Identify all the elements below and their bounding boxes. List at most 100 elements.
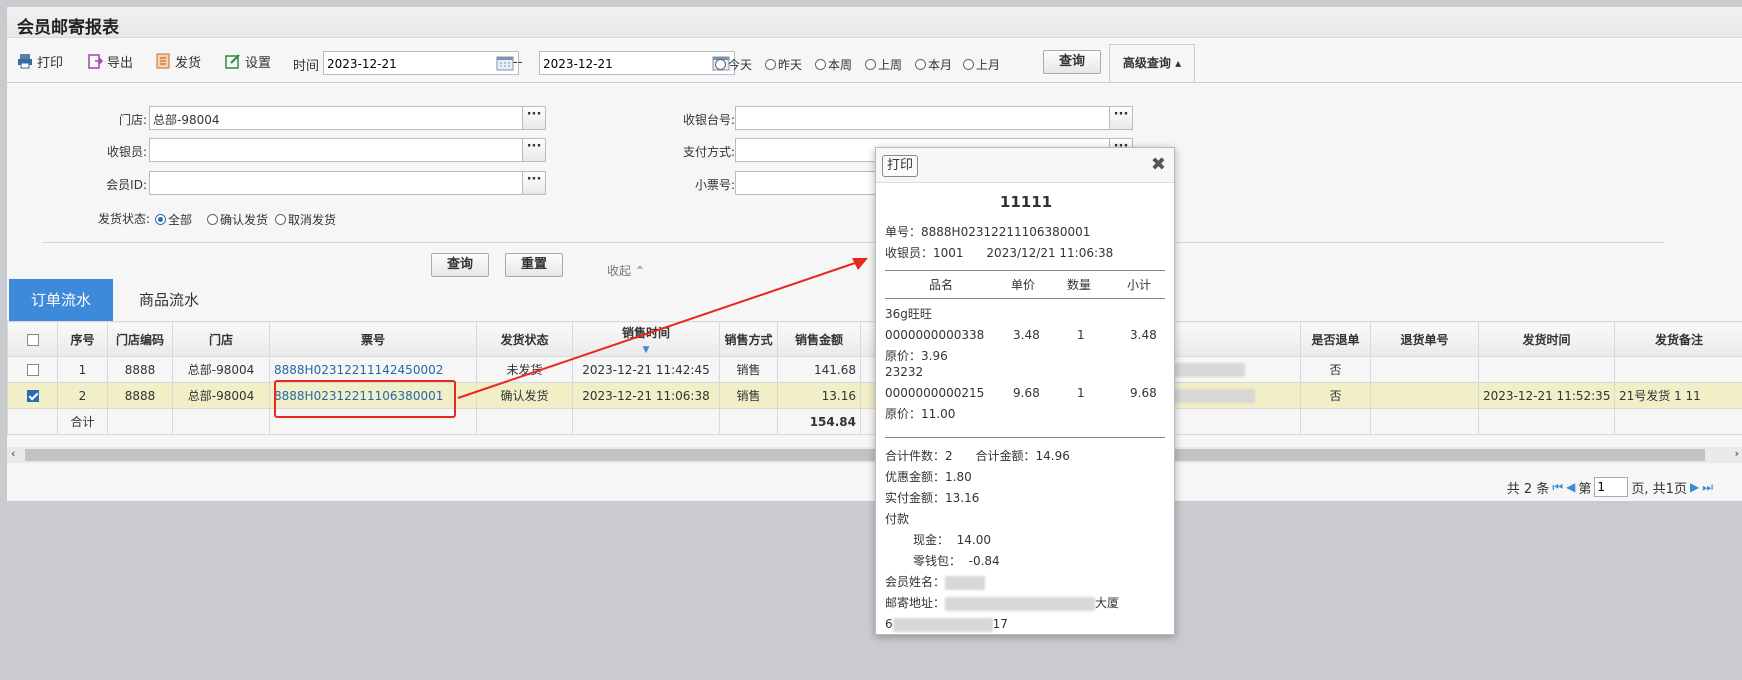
cell: [7, 408, 58, 435]
first-page-icon[interactable]: ⏮: [1552, 480, 1563, 495]
filter-query-button[interactable]: 查询: [431, 253, 489, 277]
col-header[interactable]: 发货时间: [1478, 321, 1615, 357]
date-from-input[interactable]: [324, 52, 479, 76]
radio-icon: [815, 59, 826, 70]
close-icon[interactable]: ✖: [1151, 154, 1166, 175]
calendar-icon[interactable]: [496, 55, 514, 71]
store-field[interactable]: 总部-98004 ···: [149, 106, 546, 130]
page-input[interactable]: [1594, 477, 1629, 497]
item-sub: 9.68: [1130, 386, 1157, 400]
col-header[interactable]: 发货备注: [1614, 321, 1742, 357]
radio-icon: [715, 59, 726, 70]
last-page-icon[interactable]: ⏭: [1702, 480, 1713, 495]
col-header[interactable]: 门店: [172, 321, 270, 357]
register-label: 收银台号:: [682, 113, 735, 127]
range-today[interactable]: 今天: [715, 56, 752, 73]
advanced-label: 高级查询: [1122, 56, 1171, 70]
checkbox-icon[interactable]: [26, 364, 39, 376]
ship-status-all[interactable]: 全部: [155, 211, 192, 228]
receipt-print-button[interactable]: 打印: [882, 155, 918, 177]
date-from-field[interactable]: [323, 51, 519, 76]
item-qty: 1: [1077, 328, 1085, 342]
receipt-paid: 实付金额：13.16: [885, 491, 980, 505]
select-all-cell[interactable]: [7, 321, 58, 357]
divider: [885, 298, 1165, 299]
ship-option-label: 取消发货: [288, 213, 337, 227]
cell: 1: [57, 356, 108, 383]
cashier-label: 收银员:: [106, 145, 147, 159]
scrollbar-thumb[interactable]: [25, 449, 1705, 461]
print-button[interactable]: 打印: [17, 51, 63, 71]
query-button[interactable]: 查询: [1043, 50, 1101, 74]
collapse-link[interactable]: 收起 ⌃: [607, 262, 645, 279]
cell: 2023-12-21 11:42:45: [572, 356, 720, 383]
address-visible: 大厦: [1095, 596, 1120, 610]
col-header[interactable]: 退货单号: [1370, 321, 1479, 357]
ship-status-cancelled[interactable]: 取消发货: [275, 211, 336, 228]
col-header-label: 销售时间: [621, 325, 670, 340]
range-last-week[interactable]: 上周: [865, 56, 902, 73]
cashier-field[interactable]: ···: [149, 138, 546, 162]
range-last-month[interactable]: 上月: [963, 56, 1000, 73]
redacted-name: [945, 575, 986, 590]
row-select[interactable]: [7, 382, 58, 409]
settings-button[interactable]: 设置: [225, 51, 271, 71]
date-to-input[interactable]: [540, 52, 695, 76]
more-icon[interactable]: ···: [522, 107, 545, 129]
col-header[interactable]: 销售方式: [719, 321, 778, 357]
col-header[interactable]: 票号: [269, 321, 477, 357]
col-header[interactable]: 销售金额: [777, 321, 861, 357]
more-icon[interactable]: ···: [1109, 107, 1132, 129]
address-label: 邮寄地址：: [885, 596, 946, 610]
next-page-icon[interactable]: ▶: [1690, 480, 1699, 494]
col-header-sorted[interactable]: 销售时间 ▼: [572, 321, 720, 357]
cell: [172, 408, 270, 435]
item-code: 0000000000338: [885, 328, 985, 342]
more-icon[interactable]: ···: [522, 172, 545, 194]
member-name-label: 会员姓名：: [885, 575, 946, 589]
cell: 2: [57, 382, 108, 409]
date-to-field[interactable]: [539, 51, 735, 76]
cell: 总部-98004: [172, 382, 270, 409]
tab-products[interactable]: 商品流水: [119, 279, 219, 321]
ship-status-confirmed[interactable]: 确认发货: [207, 211, 268, 228]
divider: [42, 242, 1664, 243]
checkbox-icon[interactable]: [26, 333, 39, 346]
scroll-left-icon[interactable]: ‹: [11, 447, 15, 460]
receipt-address: 邮寄地址： 大厦: [885, 593, 1119, 614]
pagination: 共 2 条 ⏮ ◀ 第 页, 共1页 ▶ ⏭: [1507, 477, 1713, 497]
receipt-member-name: 会员姓名：: [885, 572, 986, 593]
time-label: 时间: [293, 59, 320, 74]
range-label: 昨天: [778, 58, 803, 72]
receipt-store-name: 11111: [999, 193, 1053, 211]
member-id-label: 会员ID:: [106, 178, 147, 192]
cell: 8888: [107, 356, 173, 383]
range-this-month[interactable]: 本月: [915, 56, 952, 73]
col-header[interactable]: 是否退单: [1300, 321, 1371, 357]
range-label: 今天: [728, 58, 753, 72]
range-yesterday[interactable]: 昨天: [765, 56, 802, 73]
col-header[interactable]: 门店编码: [107, 321, 173, 357]
sort-desc-icon: ▼: [642, 344, 650, 355]
col-header[interactable]: 序号: [57, 321, 108, 357]
ticket-link[interactable]: 8888H02312211142450002: [274, 363, 443, 377]
tab-orders[interactable]: 订单流水: [9, 279, 113, 321]
ship-button[interactable]: 发货: [155, 51, 201, 71]
checkbox-checked-icon[interactable]: [26, 390, 39, 402]
advanced-query-tab[interactable]: 高级查询 ▴: [1109, 44, 1195, 82]
export-button[interactable]: 导出: [87, 51, 133, 71]
more-icon[interactable]: ···: [522, 139, 545, 161]
cell: [719, 408, 778, 435]
row-select[interactable]: [7, 356, 58, 383]
radio-icon: [207, 214, 218, 225]
cell: [1370, 382, 1479, 409]
cell: 确认发货: [476, 382, 573, 409]
col-header[interactable]: 发货状态: [476, 321, 573, 357]
reset-button[interactable]: 重置: [505, 253, 563, 277]
range-this-week[interactable]: 本周: [815, 56, 852, 73]
scroll-right-icon[interactable]: ›: [1735, 447, 1739, 460]
prev-page-icon[interactable]: ◀: [1566, 480, 1575, 494]
col-price: 单价: [1011, 278, 1036, 292]
register-field[interactable]: ···: [735, 106, 1133, 130]
member-id-field[interactable]: ···: [149, 171, 546, 195]
